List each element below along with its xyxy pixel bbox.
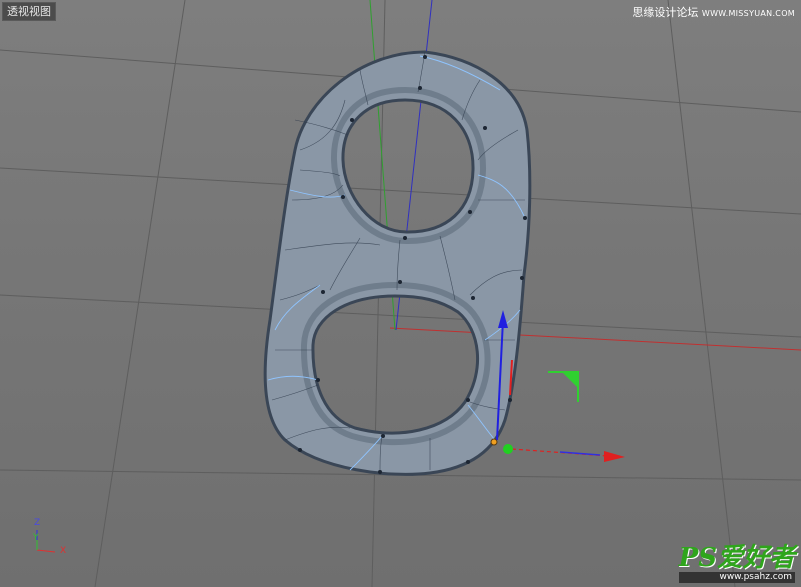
world-axis-x <box>389 327 801 351</box>
axis-z-label: Z <box>34 518 41 528</box>
gizmo-x-blue-segment <box>559 451 601 456</box>
viewport-canvas[interactable] <box>0 0 801 587</box>
site-name: 思缘设计论坛 <box>632 6 699 19</box>
watermark-url: www.psahz.com <box>678 572 795 583</box>
axis-x-label: X <box>60 546 67 556</box>
site-caption: 思缘设计论坛 WWW.MISSYUAN.COM <box>632 6 795 21</box>
gizmo-center-point[interactable] <box>490 438 498 446</box>
viewport-title[interactable]: 透视视图 <box>2 2 56 21</box>
pull-tab-mesh[interactable] <box>263 50 532 476</box>
axis-indicator <box>36 530 56 553</box>
gizmo-x-arrow[interactable] <box>604 451 625 462</box>
axis-y-label: Y <box>33 533 39 543</box>
gizmo-y-origin-handle[interactable] <box>503 444 513 454</box>
mesh-outer-shell <box>263 50 532 476</box>
watermark: PS爱好者 www.psahz.com <box>678 543 795 583</box>
watermark-brand: PS爱好者 <box>678 543 795 573</box>
site-url: WWW.MISSYUAN.COM <box>701 9 795 18</box>
perspective-viewport[interactable]: 透视视图 思缘设计论坛 WWW.MISSYUAN.COM Z Y X PS爱好者… <box>0 0 801 587</box>
gizmo-plane-fill <box>562 372 578 388</box>
